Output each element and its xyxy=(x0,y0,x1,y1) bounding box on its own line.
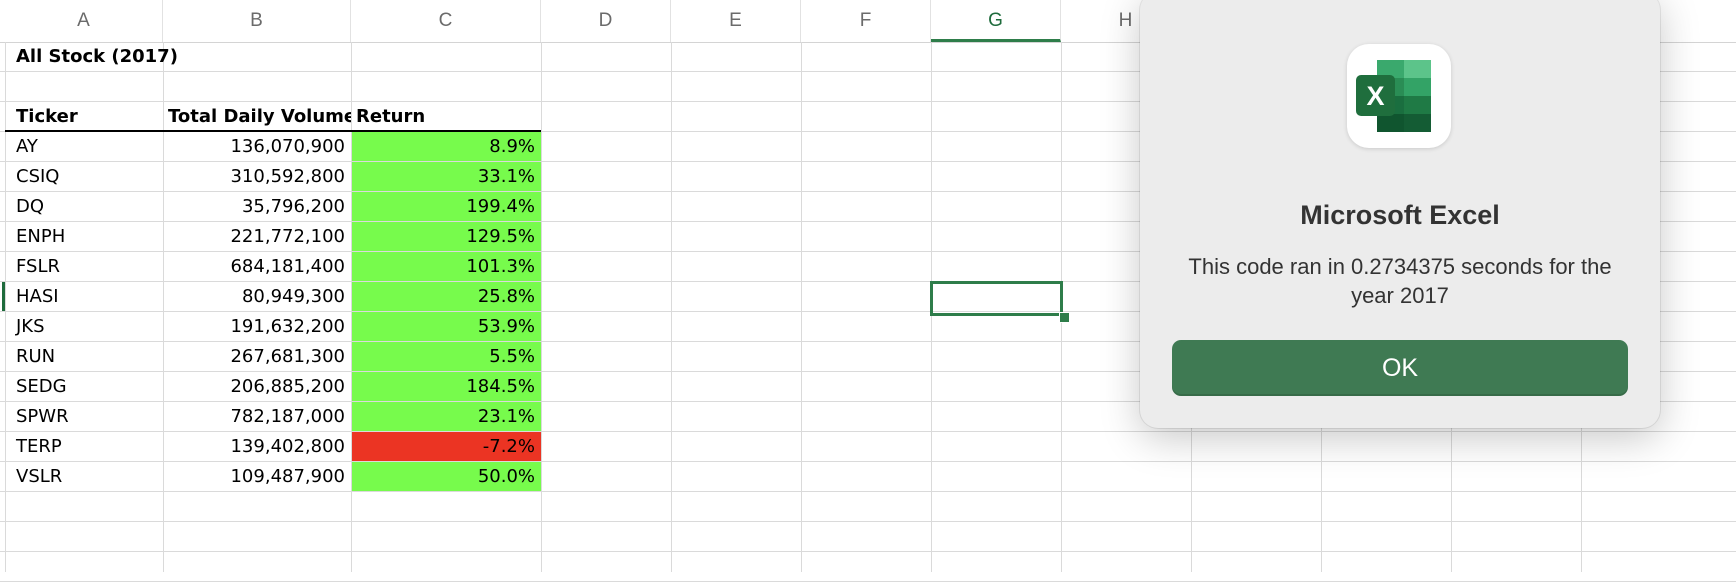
grid-row-line xyxy=(0,521,1736,522)
excel-app-icon: X xyxy=(1347,44,1451,148)
volume-cell[interactable]: 221,772,100 xyxy=(164,222,351,251)
sheet-title-cell[interactable]: All Stock (2017) xyxy=(6,42,206,71)
volume-cell[interactable]: 35,796,200 xyxy=(164,192,351,221)
grid-row-line xyxy=(0,491,1736,492)
volume-cell[interactable]: 80,949,300 xyxy=(164,282,351,311)
grid-row-line xyxy=(0,551,1736,552)
ticker-cell[interactable]: DQ xyxy=(6,192,163,221)
dialog-title: Microsoft Excel xyxy=(1300,200,1500,230)
volume-header-cell[interactable]: Total Daily Volume xyxy=(164,102,351,131)
ticker-cell[interactable]: RUN xyxy=(6,342,163,371)
return-cell[interactable]: 33.1% xyxy=(352,162,541,191)
return-cell[interactable]: 25.8% xyxy=(352,282,541,311)
volume-cell[interactable]: 782,187,000 xyxy=(164,402,351,431)
return-cell[interactable]: 5.5% xyxy=(352,342,541,371)
active-row-indicator xyxy=(2,282,5,311)
alert-dialog: X Microsoft Excel This code ran in 0.273… xyxy=(1140,0,1660,428)
grid-column-line xyxy=(671,42,672,572)
grid-column-line xyxy=(541,42,542,572)
volume-cell[interactable]: 109,487,900 xyxy=(164,462,351,491)
column-header-f[interactable]: F xyxy=(801,0,931,42)
column-header-b[interactable]: B xyxy=(163,0,351,42)
ticker-cell[interactable]: SPWR xyxy=(6,402,163,431)
ticker-cell[interactable]: ENPH xyxy=(6,222,163,251)
return-cell[interactable]: 199.4% xyxy=(352,192,541,221)
volume-cell[interactable]: 267,681,300 xyxy=(164,342,351,371)
return-cell[interactable]: 53.9% xyxy=(352,312,541,341)
ticker-cell[interactable]: SEDG xyxy=(6,372,163,401)
volume-cell[interactable]: 139,402,800 xyxy=(164,432,351,461)
volume-cell[interactable]: 206,885,200 xyxy=(164,372,351,401)
ticker-cell[interactable]: HASI xyxy=(6,282,163,311)
return-cell[interactable]: 184.5% xyxy=(352,372,541,401)
return-cell[interactable]: -7.2% xyxy=(352,432,541,461)
ticker-cell[interactable]: CSIQ xyxy=(6,162,163,191)
volume-cell[interactable]: 310,592,800 xyxy=(164,162,351,191)
column-header-a[interactable]: A xyxy=(5,0,163,42)
dialog-message: This code ran in 0.2734375 seconds for t… xyxy=(1188,254,1612,308)
ticker-cell[interactable]: TERP xyxy=(6,432,163,461)
ok-button[interactable]: OK xyxy=(1172,340,1628,396)
column-header-g[interactable]: G xyxy=(931,0,1061,42)
return-header-cell[interactable]: Return xyxy=(352,102,541,131)
selected-cell[interactable] xyxy=(930,281,1063,316)
return-cell[interactable]: 129.5% xyxy=(352,222,541,251)
volume-cell[interactable]: 136,070,900 xyxy=(164,132,351,161)
ticker-cell[interactable]: FSLR xyxy=(6,252,163,281)
fill-handle[interactable] xyxy=(1059,312,1070,323)
svg-text:X: X xyxy=(1366,81,1384,111)
volume-cell[interactable]: 191,632,200 xyxy=(164,312,351,341)
return-cell[interactable]: 101.3% xyxy=(352,252,541,281)
ticker-cell[interactable]: VSLR xyxy=(6,462,163,491)
ticker-cell[interactable]: JKS xyxy=(6,312,163,341)
column-header-c[interactable]: C xyxy=(351,0,541,42)
ticker-cell[interactable]: AY xyxy=(6,132,163,161)
return-cell[interactable]: 50.0% xyxy=(352,462,541,491)
volume-cell[interactable]: 684,181,400 xyxy=(164,252,351,281)
column-header-e[interactable]: E xyxy=(671,0,801,42)
ticker-header-cell[interactable]: Ticker xyxy=(6,102,163,131)
return-cell[interactable]: 23.1% xyxy=(352,402,541,431)
column-header-d[interactable]: D xyxy=(541,0,671,42)
return-cell[interactable]: 8.9% xyxy=(352,132,541,161)
grid-column-line xyxy=(801,42,802,572)
